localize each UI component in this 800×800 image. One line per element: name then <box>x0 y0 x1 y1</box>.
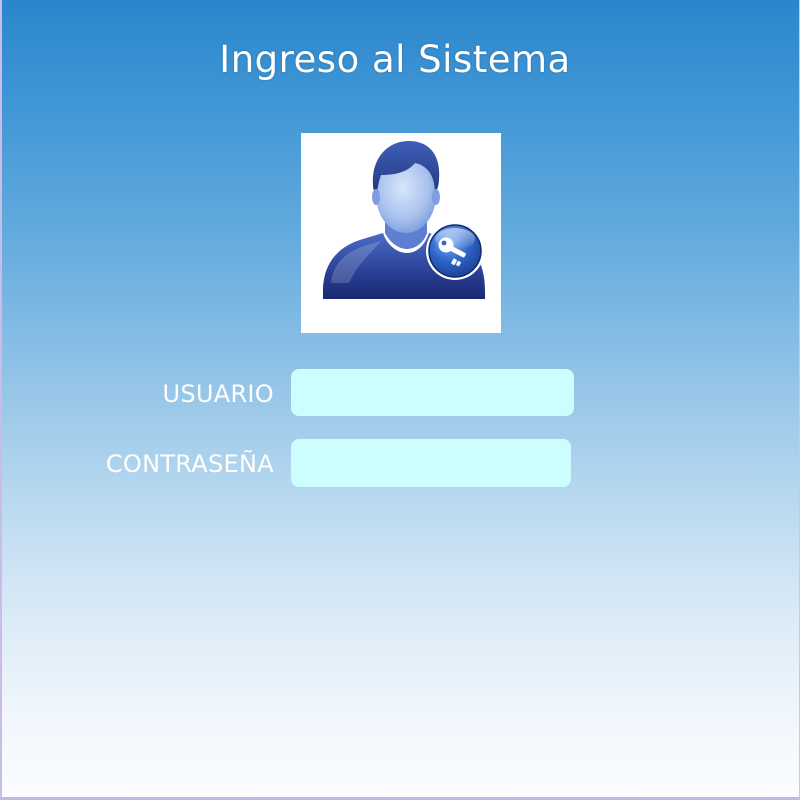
username-label: USUARIO <box>162 380 274 408</box>
password-label: CONTRASEÑA <box>105 450 274 478</box>
username-field[interactable] <box>291 369 574 416</box>
page-title: Ingreso al Sistema <box>219 38 571 81</box>
login-window: Ingreso al Sistema USUARIO CONTRASEÑA <box>0 0 800 800</box>
user-key-icon <box>301 133 501 333</box>
password-field[interactable] <box>291 439 571 487</box>
